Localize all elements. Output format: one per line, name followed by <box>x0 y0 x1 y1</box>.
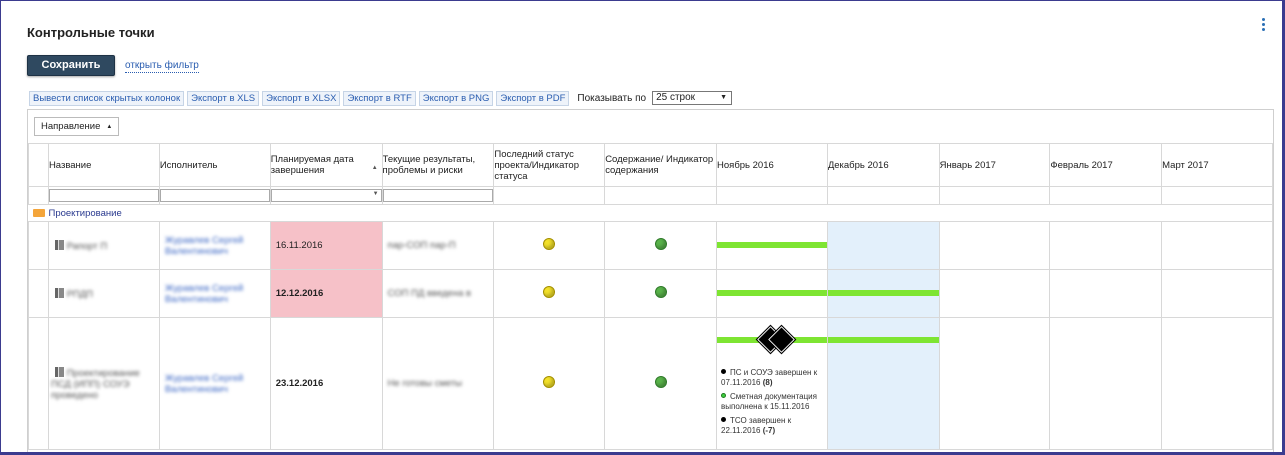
col-header-dec: Декабрь 2016 <box>826 143 940 187</box>
col-header-mar: Март 2017 <box>1161 143 1273 187</box>
col-header-feb: Февраль 2017 <box>1049 143 1163 187</box>
sort-up-icon: ▲ <box>371 165 378 171</box>
gantt-bar[interactable] <box>828 337 939 343</box>
row-name[interactable]: Рапорт П <box>67 241 108 252</box>
open-filter-link[interactable]: открыть фильтр <box>125 60 199 73</box>
group-row[interactable]: Проектирование <box>28 204 1273 222</box>
row-current: пар-СОП пар-П <box>387 240 456 251</box>
filter-current-input[interactable] <box>383 189 493 202</box>
group-by-chip[interactable]: Направление ▲ <box>34 117 120 136</box>
row-date: 12.12.2016 <box>269 269 383 318</box>
export-xlsx-button[interactable]: Экспорт в XLSX <box>262 90 341 106</box>
row-current: Не готовы сметы <box>387 378 463 389</box>
filter-date-input[interactable]: ▼ <box>271 189 382 202</box>
row-date: 23.12.2016 <box>269 317 383 450</box>
table-row[interactable]: РПДП Журавлев Сергей Валентинович 12.12.… <box>28 269 1273 318</box>
content-indicator-icon <box>654 286 667 298</box>
status-indicator-icon <box>543 286 556 298</box>
header-row: Название Исполнитель Планируемая дата за… <box>28 143 1273 187</box>
export-png-button[interactable]: Экспорт в PNG <box>418 90 494 106</box>
export-xls-button[interactable]: Экспорт в XLS <box>187 90 260 106</box>
gantt-bar[interactable] <box>717 290 827 296</box>
gantt-bar[interactable] <box>828 290 939 296</box>
chevron-down-icon: ▼ <box>372 191 379 197</box>
list-item: ПС и СОУЭ завершен к 07.11.2016 (8) <box>721 368 818 387</box>
black-dot-icon <box>721 417 727 422</box>
table-row[interactable]: Рапорт П Журавлев Сергей Валентинович 16… <box>28 221 1273 270</box>
export-pdf-button[interactable]: Экспорт в PDF <box>496 90 570 106</box>
page-frame: Контрольные точки Сохранить открыть филь… <box>0 0 1285 455</box>
col-header-executor[interactable]: Исполнитель <box>158 143 271 187</box>
row-current: СОП ПД введена в <box>387 288 472 299</box>
filter-name-input[interactable] <box>49 189 159 202</box>
col-header-nov: Ноябрь 2016 <box>716 143 828 187</box>
status-indicator-icon <box>543 238 556 250</box>
export-toolbar: Вывести список скрытых колонок Экспорт в… <box>29 90 733 106</box>
save-button[interactable]: Сохранить <box>27 55 115 76</box>
folder-icon <box>32 208 45 217</box>
row-executor[interactable]: Журавлев Сергей Валентинович <box>165 283 244 305</box>
black-dot-icon <box>721 369 727 374</box>
export-rtf-button[interactable]: Экспорт в RTF <box>343 90 416 106</box>
row-executor[interactable]: Журавлев Сергей Валентинович <box>165 373 244 395</box>
row-name[interactable]: Проектирование ПСД (ИПП) СОУЭ проведено <box>51 368 140 401</box>
col-header-content[interactable]: Содержание/ Индикатор содержания <box>604 143 718 187</box>
content-indicator-icon <box>654 238 667 250</box>
row-name[interactable]: РПДП <box>67 289 93 300</box>
col-header-status[interactable]: Последний статус проекта/Индикатор стату… <box>493 143 606 187</box>
grid-table: Название Исполнитель Планируемая дата за… <box>28 143 1273 450</box>
col-header-name[interactable]: Название <box>47 143 160 187</box>
row-date: 16.11.2016 <box>269 221 383 270</box>
milestones-grid: Направление ▲ Название Исполнитель Планир… <box>27 109 1274 452</box>
status-indicator-icon <box>543 376 556 388</box>
show-hidden-columns-button[interactable]: Вывести список скрытых колонок <box>29 90 185 106</box>
col-header-current[interactable]: Текущие результаты, проблемы и риски <box>381 143 495 187</box>
gantt-bar[interactable] <box>717 242 827 248</box>
content-indicator-icon <box>654 376 667 388</box>
group-by-label: Направление <box>41 121 101 132</box>
green-dot-icon <box>721 393 727 398</box>
sort-up-icon: ▲ <box>106 124 113 130</box>
more-menu-icon[interactable] <box>1259 17 1267 33</box>
group-name: Проектирование <box>48 207 122 219</box>
list-item: Сметная документация выполнена к 15.11.2… <box>721 392 817 411</box>
chevron-down-icon: ▼ <box>720 94 728 101</box>
milestone-icon <box>54 287 64 298</box>
col-header-planned-date-label: Планируемая дата завершения <box>270 154 354 176</box>
milestone-icon <box>54 239 64 250</box>
milestone-notes: ПС и СОУЭ завершен к 07.11.2016 (8) Смет… <box>721 368 825 440</box>
list-item: ТСО завершен к 22.11.2016 (-7) <box>721 416 792 435</box>
filter-row: ▼ <box>28 186 1273 205</box>
rows-per-page-label: Показывать по <box>577 92 647 104</box>
page-title: Контрольные точки <box>27 25 155 40</box>
rows-per-page-value: 25 строк <box>656 92 696 103</box>
table-row[interactable]: Проектирование ПСД (ИПП) СОУЭ проведено … <box>28 317 1273 450</box>
row-executor[interactable]: Журавлев Сергей Валентинович <box>165 235 244 257</box>
col-header-planned-date[interactable]: Планируемая дата завершения ▲ <box>269 143 383 187</box>
rows-per-page-select[interactable]: 25 строк ▼ <box>652 91 733 105</box>
header-spacer <box>28 143 49 187</box>
milestone-icon <box>54 366 64 377</box>
filter-executor-input[interactable] <box>160 189 270 202</box>
col-header-jan: Январь 2017 <box>938 143 1051 187</box>
